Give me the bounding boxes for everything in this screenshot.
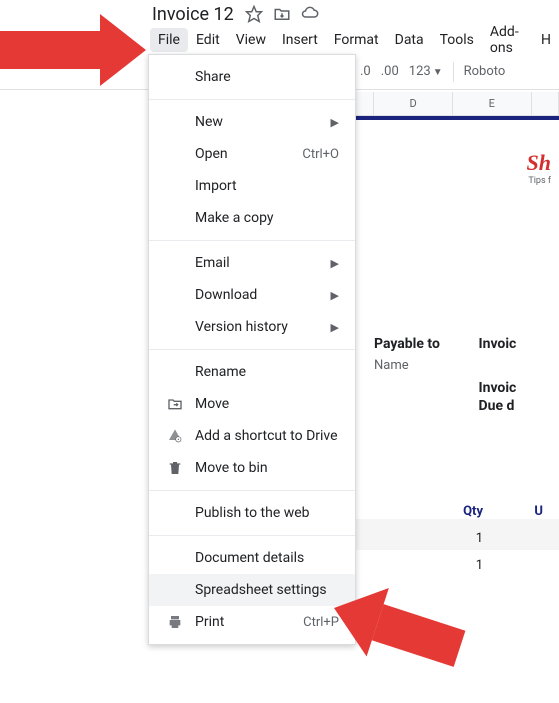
file-menu-open[interactable]: Open Ctrl+O	[149, 138, 355, 170]
row1-qty: 1	[423, 531, 483, 546]
invoice-info-section: Invoic Invoic Due d	[479, 336, 544, 414]
unit-header: U	[523, 504, 543, 519]
file-menu-rename[interactable]: Rename	[149, 356, 355, 388]
menu-view[interactable]: View	[228, 28, 274, 52]
file-menu-add-shortcut[interactable]: Add a shortcut to Drive	[149, 420, 355, 452]
submenu-arrow-icon: ▶	[331, 321, 339, 334]
menu-edit[interactable]: Edit	[188, 28, 228, 52]
annotation-arrow-file	[0, 14, 146, 86]
file-menu-dropdown: Share New ▶ Open Ctrl+O Import Make a co…	[148, 54, 356, 645]
file-menu-move-to-bin[interactable]: Move to bin	[149, 452, 355, 484]
menu-divider	[149, 240, 355, 241]
file-menu-document-details[interactable]: Document details	[149, 542, 355, 574]
row2-unit	[523, 558, 543, 573]
file-menu-download[interactable]: Download ▶	[149, 279, 355, 311]
invoice-meta-row: Payable to Name Invoic Invoic Due d	[374, 336, 543, 414]
file-menu-make-copy[interactable]: Make a copy	[149, 202, 355, 234]
menu-addons[interactable]: Add-ons	[482, 20, 533, 60]
file-menu-new[interactable]: New ▶	[149, 106, 355, 138]
number-format-button[interactable]: 123▼	[409, 64, 443, 79]
menu-file[interactable]: File	[150, 28, 188, 52]
column-header-next[interactable]	[532, 92, 559, 115]
file-menu-import[interactable]: Import	[149, 170, 355, 202]
toolbar-separator	[453, 62, 454, 82]
decrease-decimal-button[interactable]: .0	[360, 64, 371, 79]
submenu-arrow-icon: ▶	[331, 116, 339, 129]
file-menu-publish[interactable]: Publish to the web	[149, 497, 355, 529]
column-header-e[interactable]: E	[453, 92, 532, 115]
menu-divider	[149, 99, 355, 100]
shortcut-label: Ctrl+O	[302, 147, 339, 162]
payable-to-value: Name	[374, 358, 439, 373]
file-menu-share[interactable]: Share	[149, 61, 355, 93]
brand-logo-text: Sh	[374, 150, 551, 176]
menu-divider	[149, 490, 355, 491]
invoice-label: Invoic	[479, 336, 544, 352]
qty-header: Qty	[423, 504, 483, 519]
trash-icon	[165, 458, 185, 478]
cloud-saved-icon[interactable]	[300, 4, 320, 24]
payable-to-section: Payable to Name	[374, 336, 439, 414]
invoice-top-bar	[356, 116, 559, 120]
menu-insert[interactable]: Insert	[274, 28, 326, 52]
move-folder-icon[interactable]	[272, 4, 292, 24]
folder-move-icon	[165, 394, 185, 414]
submenu-arrow-icon: ▶	[331, 289, 339, 302]
invoice-row-2: 1	[374, 558, 543, 573]
file-menu-email[interactable]: Email ▶	[149, 247, 355, 279]
font-selector[interactable]: Roboto	[464, 64, 506, 79]
submenu-arrow-icon: ▶	[331, 257, 339, 270]
annotation-arrow-spreadsheet-settings	[334, 572, 466, 644]
menu-help[interactable]: H	[533, 28, 559, 52]
row1-unit	[523, 531, 543, 546]
due-date-label: Due d	[479, 398, 544, 414]
col-gap	[356, 92, 374, 115]
star-icon[interactable]	[244, 4, 264, 24]
drive-shortcut-icon	[165, 426, 185, 446]
menu-data[interactable]: Data	[387, 28, 432, 52]
brand-subtext: Tips f	[374, 176, 551, 186]
menu-format[interactable]: Format	[326, 28, 387, 52]
file-menu-move[interactable]: Move	[149, 388, 355, 420]
column-headers: D E	[356, 92, 559, 116]
payable-to-label: Payable to	[374, 336, 439, 352]
file-menu-version-history[interactable]: Version history ▶	[149, 311, 355, 343]
file-menu-print[interactable]: Print Ctrl+P	[149, 606, 355, 638]
file-menu-spreadsheet-settings[interactable]: Spreadsheet settings	[149, 574, 355, 606]
menu-divider	[149, 535, 355, 536]
increase-decimal-button[interactable]: .00	[381, 64, 399, 79]
menu-tools[interactable]: Tools	[432, 28, 482, 52]
invoice-row-1: 1	[356, 519, 559, 550]
print-icon	[165, 612, 185, 632]
document-title[interactable]: Invoice 12	[152, 4, 234, 25]
invoice-label-2: Invoic	[479, 380, 544, 396]
menu-divider	[149, 349, 355, 350]
row2-qty: 1	[423, 558, 483, 573]
invoice-table-header: Qty U	[374, 504, 543, 519]
column-header-d[interactable]: D	[374, 92, 453, 115]
